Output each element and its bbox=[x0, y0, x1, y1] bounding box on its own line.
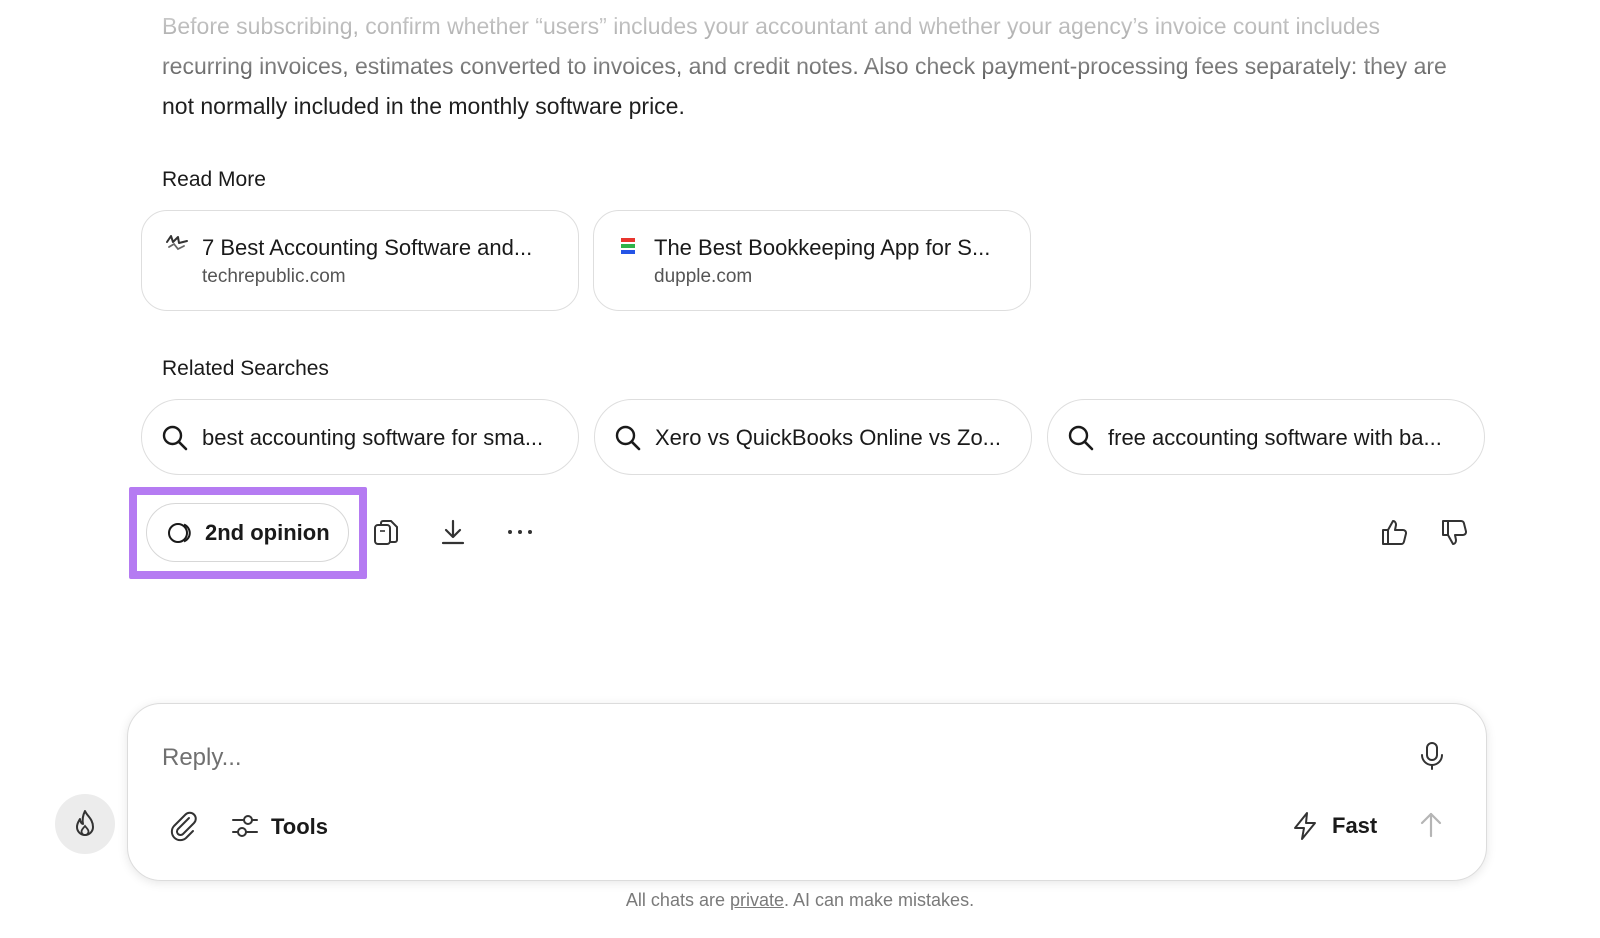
mode-label[interactable]: Fast bbox=[1332, 813, 1377, 839]
copy-icon[interactable] bbox=[370, 517, 402, 549]
download-icon[interactable] bbox=[437, 516, 469, 548]
footer-suffix: . AI can make mistakes. bbox=[784, 890, 975, 910]
lightning-icon[interactable] bbox=[1289, 810, 1321, 842]
dupple-favicon-icon bbox=[621, 238, 635, 254]
more-icon[interactable] bbox=[504, 516, 536, 548]
read-more-card-dupple[interactable]: The Best Bookkeeping App for S... dupple… bbox=[593, 210, 1031, 311]
related-search-1[interactable]: best accounting software for sma... bbox=[141, 399, 579, 475]
second-opinion-button[interactable]: 2nd opinion bbox=[146, 503, 349, 562]
answer-paragraph: Before subscribing, confirm whether “use… bbox=[162, 13, 1447, 119]
related-search-label: best accounting software for sma... bbox=[202, 425, 544, 450]
tools-icon[interactable] bbox=[229, 810, 261, 842]
read-more-card-domain: techrepublic.com bbox=[202, 266, 346, 287]
tools-label[interactable]: Tools bbox=[271, 814, 328, 840]
second-opinion-label: 2nd opinion bbox=[205, 520, 330, 545]
reply-input[interactable] bbox=[162, 738, 1362, 778]
search-icon bbox=[162, 425, 188, 451]
flame-button[interactable] bbox=[55, 794, 115, 854]
search-icon bbox=[615, 425, 641, 451]
microphone-icon[interactable] bbox=[1416, 740, 1448, 772]
send-arrow-icon[interactable] bbox=[1415, 808, 1447, 840]
related-searches-heading: Related Searches bbox=[162, 357, 329, 380]
privacy-link[interactable]: private bbox=[730, 890, 784, 910]
techrepublic-favicon-icon bbox=[166, 235, 188, 251]
flame-icon bbox=[76, 810, 94, 836]
related-search-2[interactable]: Xero vs QuickBooks Online vs Zo... bbox=[594, 399, 1032, 475]
thumbs-up-icon[interactable] bbox=[1379, 516, 1411, 548]
paperclip-icon[interactable] bbox=[168, 810, 200, 842]
search-icon bbox=[1068, 425, 1094, 451]
read-more-card-title: The Best Bookkeeping App for S... bbox=[654, 235, 991, 260]
related-search-3[interactable]: free accounting software with ba... bbox=[1047, 399, 1485, 475]
reply-composer: Tools Fast bbox=[127, 703, 1487, 881]
footer-prefix: All chats are bbox=[625, 890, 730, 910]
thumbs-down-icon[interactable] bbox=[1439, 517, 1471, 549]
read-more-card-domain: dupple.com bbox=[654, 266, 753, 287]
second-opinion-icon bbox=[168, 523, 191, 543]
related-search-label: Xero vs QuickBooks Online vs Zo... bbox=[655, 425, 1002, 450]
read-more-heading: Read More bbox=[162, 168, 266, 191]
read-more-card-title: 7 Best Accounting Software and... bbox=[202, 235, 533, 260]
related-search-label: free accounting software with ba... bbox=[1108, 425, 1442, 450]
footer-disclaimer: All chats are private. AI can make mista… bbox=[0, 890, 1600, 911]
read-more-card-techrepublic[interactable]: 7 Best Accounting Software and... techre… bbox=[141, 210, 579, 311]
